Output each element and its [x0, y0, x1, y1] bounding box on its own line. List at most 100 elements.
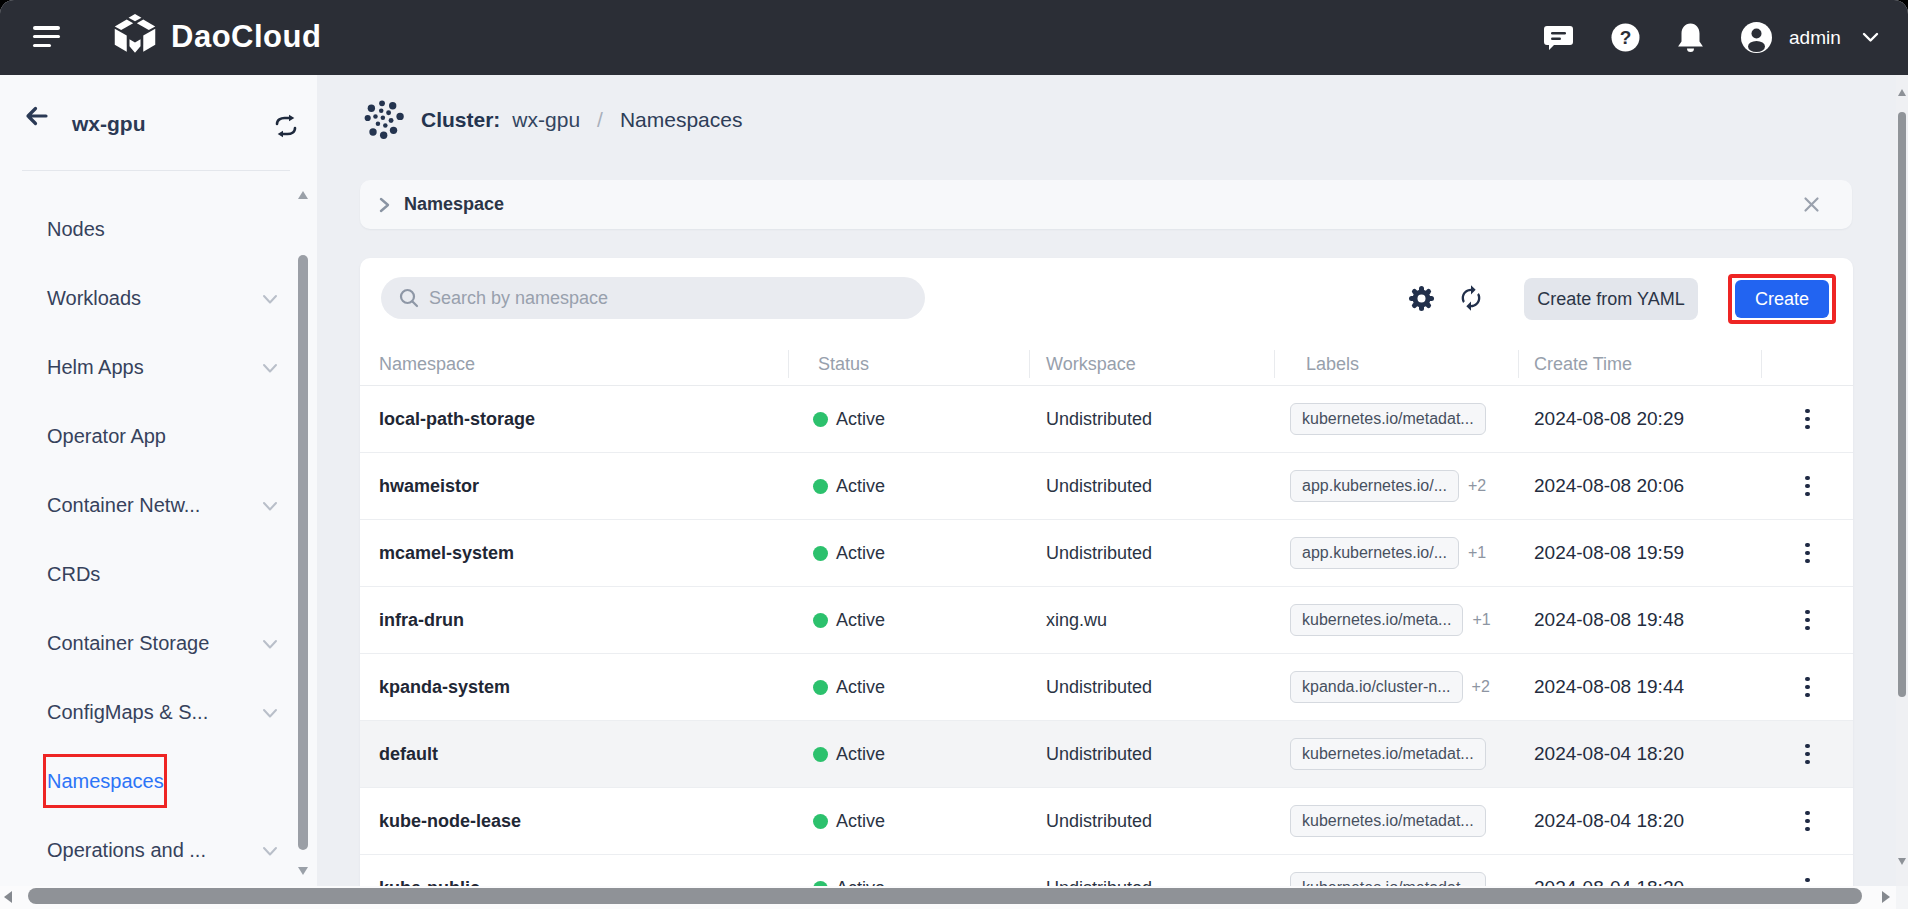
cell-labels: kpanda.io/cluster-n... +2 — [1275, 671, 1519, 703]
cell-labels: app.kubernetes.io/...+2 — [1275, 470, 1519, 502]
label-chip: app.kubernetes.io/... — [1290, 537, 1459, 569]
avatar[interactable] — [1740, 0, 1773, 75]
kebab-menu-icon[interactable] — [1801, 606, 1814, 635]
sidebar-item-label: CRDs — [47, 563, 100, 586]
sidebar-item-container-storage[interactable]: Container Storage — [0, 609, 317, 678]
sidebar-item-label: Operations and ... — [47, 839, 206, 862]
label-chip: kubernetes.io/meta... — [1290, 604, 1463, 636]
kebab-menu-icon[interactable] — [1801, 740, 1814, 769]
breadcrumb: Cluster: wx-gpu / Namespaces — [364, 98, 742, 142]
cell-status: Active — [789, 476, 1030, 497]
menu-toggle-icon[interactable] — [33, 26, 60, 51]
cell-namespace[interactable]: hwameistor — [360, 476, 789, 497]
col-workspace: Workspace — [1030, 350, 1275, 378]
label-chip: kpanda.io/cluster-n... — [1290, 671, 1463, 703]
back-arrow-icon[interactable] — [24, 105, 49, 131]
cell-labels: kubernetes.io/metadat... — [1275, 805, 1519, 837]
panel-title: Namespace — [404, 194, 504, 215]
sidebar-item-label: Helm Apps — [47, 356, 144, 379]
cell-namespace[interactable]: kpanda-system — [360, 677, 789, 698]
daocloud-logo: DaoCloud — [112, 14, 321, 60]
kebab-menu-icon[interactable] — [1801, 472, 1814, 501]
cell-namespace[interactable]: infra-drun — [360, 610, 789, 631]
topbar: DaoCloud ? admin — [0, 0, 1908, 75]
cell-workspace: Undistributed — [1030, 811, 1275, 832]
sidebar-item-helm-apps[interactable]: Helm Apps — [0, 333, 317, 402]
cell-workspace: Undistributed — [1030, 677, 1275, 698]
table-row: kube-node-leaseActiveUndistributedkubern… — [360, 788, 1853, 855]
status-dot-icon — [813, 613, 828, 628]
col-namespace: Namespace — [360, 350, 789, 378]
close-icon[interactable] — [1803, 196, 1820, 213]
col-status: Status — [789, 350, 1030, 378]
messages-icon[interactable] — [1543, 0, 1574, 75]
namespace-panel-bar[interactable]: Namespace — [360, 180, 1852, 229]
sidebar-item-operator-app[interactable]: Operator App — [0, 402, 317, 471]
sidebar-item-container-netw[interactable]: Container Netw... — [0, 471, 317, 540]
sidebar-item-operations-and[interactable]: Operations and ... — [0, 816, 317, 885]
scroll-down-arrow-icon[interactable] — [298, 867, 308, 875]
cell-actions — [1762, 539, 1853, 568]
col-create-time: Create Time — [1519, 350, 1762, 378]
cell-namespace[interactable]: default — [360, 744, 789, 765]
search-input[interactable] — [429, 288, 889, 309]
cell-namespace[interactable]: kube-node-lease — [360, 811, 789, 832]
status-dot-icon — [813, 814, 828, 829]
breadcrumb-cluster-label: Cluster: — [421, 108, 500, 132]
breadcrumb-cluster-link[interactable]: wx-gpu — [512, 108, 580, 132]
settings-gear-icon[interactable] — [1408, 285, 1435, 316]
col-actions — [1762, 350, 1853, 378]
create-button[interactable]: Create — [1735, 280, 1829, 318]
table-row: mcamel-systemActiveUndistributedapp.kube… — [360, 520, 1853, 587]
notifications-icon[interactable] — [1674, 0, 1707, 75]
cell-namespace[interactable]: mcamel-system — [360, 543, 789, 564]
sidebar-item-nodes[interactable]: Nodes — [0, 195, 317, 264]
username-label[interactable]: admin — [1789, 0, 1841, 75]
vscroll-down-arrow-icon[interactable] — [1898, 858, 1906, 865]
sidebar-item-crds[interactable]: CRDs — [0, 540, 317, 609]
hscroll-thumb[interactable] — [28, 888, 1862, 904]
help-icon[interactable]: ? — [1610, 0, 1641, 75]
cell-labels: kubernetes.io/metadat... — [1275, 403, 1519, 435]
sidebar-item-label: Nodes — [47, 218, 105, 241]
switch-cluster-icon[interactable] — [273, 114, 299, 142]
chevron-down-icon — [262, 844, 278, 858]
scrollbar-corner — [1896, 886, 1908, 909]
kebab-menu-icon[interactable] — [1801, 405, 1814, 434]
refresh-icon[interactable] — [1457, 284, 1485, 316]
user-menu-chevron-icon[interactable] — [1862, 0, 1879, 75]
cell-workspace: Undistributed — [1030, 409, 1275, 430]
page-horizontal-scrollbar[interactable] — [0, 886, 1896, 909]
cell-status: Active — [789, 744, 1030, 765]
sidebar-scrollbar[interactable] — [297, 183, 310, 909]
label-more-count: +2 — [1472, 678, 1490, 696]
kebab-menu-icon[interactable] — [1801, 673, 1814, 702]
cell-status: Active — [789, 610, 1030, 631]
page-vertical-scrollbar[interactable] — [1896, 75, 1908, 886]
hscroll-left-arrow-icon[interactable] — [4, 891, 12, 903]
chevron-down-icon — [262, 706, 278, 720]
sidebar-scrollbar-thumb[interactable] — [298, 255, 308, 850]
cell-actions — [1762, 606, 1853, 635]
sidebar-item-workloads[interactable]: Workloads — [0, 264, 317, 333]
status-dot-icon — [813, 747, 828, 762]
sidebar-item-label: Container Netw... — [47, 494, 200, 517]
vscroll-thumb[interactable] — [1898, 112, 1906, 697]
main-area: Cluster: wx-gpu / Namespaces Namespace C… — [317, 75, 1908, 909]
hscroll-right-arrow-icon[interactable] — [1882, 891, 1890, 903]
sidebar-item-configmaps-s[interactable]: ConfigMaps & S... — [0, 678, 317, 747]
expand-chevron-icon[interactable] — [377, 197, 391, 213]
chevron-down-icon — [262, 499, 278, 513]
search-box[interactable] — [381, 277, 925, 319]
kebab-menu-icon[interactable] — [1801, 539, 1814, 568]
vscroll-up-arrow-icon[interactable] — [1898, 89, 1906, 96]
search-icon — [398, 287, 420, 309]
create-from-yaml-button[interactable]: Create from YAML — [1524, 278, 1698, 320]
label-chip: kubernetes.io/metadat... — [1290, 738, 1486, 770]
cell-namespace[interactable]: local-path-storage — [360, 409, 789, 430]
annotation-namespaces — [43, 754, 167, 808]
scroll-up-arrow-icon[interactable] — [298, 191, 308, 199]
cell-workspace: xing.wu — [1030, 610, 1275, 631]
cell-workspace: Undistributed — [1030, 744, 1275, 765]
kebab-menu-icon[interactable] — [1801, 807, 1814, 836]
